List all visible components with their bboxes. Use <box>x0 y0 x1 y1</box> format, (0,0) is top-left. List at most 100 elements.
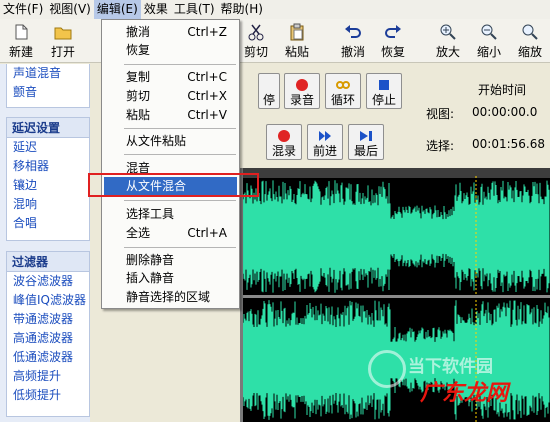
menu-effects[interactable]: 效果 <box>141 0 171 19</box>
stop-label: 停止 <box>371 93 396 107</box>
record-label: 录音 <box>289 93 314 107</box>
loop-button[interactable]: 循环 <box>325 73 361 109</box>
sidebar-item-lowpass-filter[interactable]: 低通滤波器 <box>7 348 89 367</box>
sidebar-item-peak-eq-filter[interactable]: 峰值IQ滤波器 <box>7 291 89 310</box>
undo-arrow-icon <box>345 25 361 38</box>
folder-icon <box>54 27 72 40</box>
zoom-out-icon <box>481 24 497 40</box>
menu-item-delete-silence[interactable]: 删除静音 <box>102 251 239 270</box>
menu-item-silence-selection-label: 静音选择的区域 <box>126 290 211 304</box>
menu-item-paste-label: 粘贴 <box>126 108 151 122</box>
paste-button[interactable]: 粘贴 <box>283 21 311 61</box>
menu-help[interactable]: 帮助(H) <box>218 0 266 19</box>
pause-button[interactable]: 停 <box>258 73 280 109</box>
loop-icon <box>336 81 350 89</box>
menu-file[interactable]: 文件(F) <box>0 0 46 19</box>
end-button[interactable]: 最后 <box>348 124 384 160</box>
menu-view[interactable]: 视图(V) <box>46 0 94 19</box>
menu-item-copy[interactable]: 复制 Ctrl+C <box>102 68 239 87</box>
end-label: 最后 <box>353 144 378 158</box>
watermark-logo <box>368 350 406 388</box>
menu-item-select-tool-label: 选择工具 <box>126 207 175 221</box>
menu-item-select-all-label: 全选 <box>126 226 151 240</box>
sidebar-item-bandpass-filter[interactable]: 带通滤波器 <box>7 310 89 329</box>
zoom-in-button[interactable]: 放大 <box>434 21 462 61</box>
menu-item-copy-label: 复制 <box>126 70 151 84</box>
menu-separator <box>124 64 236 65</box>
mix-record-button[interactable]: 混录 <box>266 124 302 160</box>
stop-icon <box>379 80 389 90</box>
delay-panel-title[interactable]: 延迟设置 <box>7 118 89 138</box>
menu-item-redo-label: 恢复 <box>126 43 151 57</box>
menu-item-paste[interactable]: 粘贴 Ctrl+V <box>102 106 239 125</box>
sidebar-item-phaser[interactable]: 移相器 <box>7 157 89 176</box>
filter-panel-title[interactable]: 过滤器 <box>7 252 89 272</box>
waveform-left-edge <box>240 168 243 422</box>
sidebar-item-flanger[interactable]: 镶边 <box>7 176 89 195</box>
sidebar-item-channel-mix[interactable]: 声道混音 <box>7 64 89 83</box>
menu-item-silence-selection[interactable]: 静音选择的区域 <box>102 288 239 307</box>
sidebar-item-delay[interactable]: 延迟 <box>7 138 89 157</box>
menu-bar: 文件(F) 视图(V) 编辑(E) 效果 工具(T) 帮助(H) <box>0 0 550 19</box>
mix-record-icon <box>278 130 290 142</box>
zoom-in-label: 放大 <box>435 45 460 59</box>
menu-tools[interactable]: 工具(T) <box>171 0 218 19</box>
menu-item-undo-label: 撤消 <box>126 25 151 39</box>
menu-item-redo[interactable]: 恢复 <box>102 41 239 60</box>
menu-item-paste-from-file[interactable]: 从文件粘贴 <box>102 132 239 151</box>
menu-item-copy-shortcut: Ctrl+C <box>187 70 227 84</box>
zoom-label: 缩放 <box>517 45 542 59</box>
effects-panel-top: 声道混音 颤音 <box>6 64 90 108</box>
scissors-icon <box>248 24 264 41</box>
zoom-icon <box>522 24 538 40</box>
redo-arrow-icon <box>385 25 401 38</box>
menu-item-delete-silence-label: 删除静音 <box>126 253 175 267</box>
watermark-text-2: 广东龙网 <box>420 381 509 406</box>
sidebar-item-vibrato[interactable]: 颤音 <box>7 83 89 102</box>
record-button[interactable]: 录音 <box>284 73 320 109</box>
forward-label: 前进 <box>312 144 337 158</box>
start-time-label: 开始时间 <box>478 83 527 97</box>
sidebar-item-bass-boost[interactable]: 低频提升 <box>7 386 89 405</box>
zoom-button[interactable]: 缩放 <box>515 21 545 61</box>
highlight-annotation-box <box>88 173 259 197</box>
open-button[interactable]: 打开 <box>48 21 78 61</box>
sidebar-item-chorus[interactable]: 合唱 <box>7 214 89 233</box>
menu-item-select-tool[interactable]: 选择工具 <box>102 205 239 224</box>
forward-button[interactable]: 前进 <box>307 124 343 160</box>
menu-item-undo-shortcut: Ctrl+Z <box>187 25 227 39</box>
clipboard-icon <box>290 23 304 41</box>
menu-separator <box>124 128 236 129</box>
menu-item-undo[interactable]: 撤消 Ctrl+Z <box>102 23 239 42</box>
cut-button[interactable]: 剪切 <box>242 21 270 61</box>
menu-item-insert-silence[interactable]: 插入静音 <box>102 269 239 288</box>
undo-button[interactable]: 撤消 <box>339 21 367 61</box>
transport-area: 停 录音 循环 停止 混录 前进 最后 开始时间 视图: 00:00:00.0 … <box>240 64 550 168</box>
mix-record-label: 混录 <box>271 144 296 158</box>
menu-item-cut[interactable]: 剪切 Ctrl+X <box>102 87 239 106</box>
new-button[interactable]: 新建 <box>6 21 36 61</box>
redo-button[interactable]: 恢复 <box>379 21 407 61</box>
sidebar-item-treble-boost[interactable]: 高频提升 <box>7 367 89 386</box>
new-file-icon <box>15 24 28 40</box>
open-label: 打开 <box>50 45 75 59</box>
stop-button[interactable]: 停止 <box>366 73 402 109</box>
undo-label: 撤消 <box>340 45 365 59</box>
menu-item-insert-silence-label: 插入静音 <box>126 271 175 285</box>
menu-item-paste-from-file-label: 从文件粘贴 <box>126 134 187 148</box>
delay-panel: 延迟设置 延迟 移相器 镶边 混响 合唱 <box>6 117 90 241</box>
filter-panel: 过滤器 波谷滤波器 峰值IQ滤波器 带通滤波器 高通滤波器 低通滤波器 高频提升… <box>6 251 90 417</box>
toolbar: 新建 打开 剪切 粘贴 撤消 恢复 放大 缩小 缩放 <box>0 19 550 63</box>
sidebar-item-highpass-filter[interactable]: 高通滤波器 <box>7 329 89 348</box>
menu-item-select-all[interactable]: 全选 Ctrl+A <box>102 224 239 243</box>
selection-label: 选择: <box>426 139 455 153</box>
menu-separator <box>124 200 236 201</box>
sidebar-item-reverb[interactable]: 混响 <box>7 195 89 214</box>
view-time-value: 00:00:00.0 <box>472 105 538 119</box>
pause-icon <box>262 78 276 92</box>
zoom-out-button[interactable]: 缩小 <box>475 21 503 61</box>
sidebar-item-notch-filter[interactable]: 波谷滤波器 <box>7 272 89 291</box>
menu-separator <box>124 247 236 248</box>
menu-separator <box>124 154 236 155</box>
menu-edit[interactable]: 编辑(E) <box>93 0 141 19</box>
